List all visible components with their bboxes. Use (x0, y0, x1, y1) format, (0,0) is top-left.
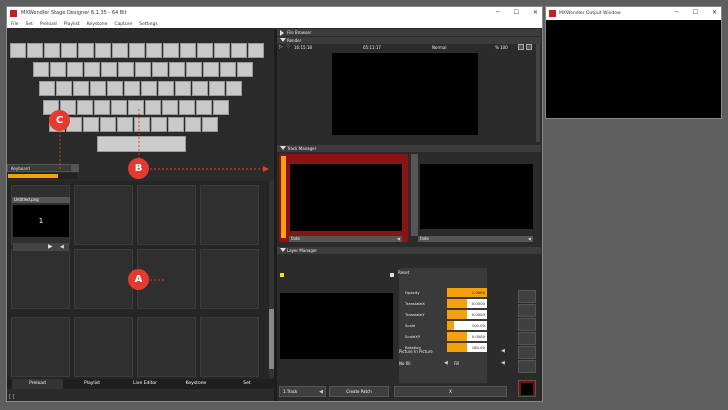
output-minimize-button[interactable]: ─ (675, 9, 679, 16)
output-titlebar[interactable]: MXWendler Output Window ─ ☐ ✕ (546, 7, 721, 20)
callout-b: B (128, 158, 149, 179)
output-window: MXWendler Output Window ─ ☐ ✕ (545, 6, 722, 119)
callout-c: C (49, 110, 70, 131)
output-close-button[interactable]: ✕ (712, 9, 717, 16)
callout-a: A (128, 269, 149, 290)
output-window-title: MXWendler Output Window (559, 11, 621, 16)
output-maximize-button[interactable]: ☐ (693, 9, 698, 16)
output-logo-icon (549, 10, 556, 17)
callout-b-arrowhead-icon (263, 166, 269, 172)
